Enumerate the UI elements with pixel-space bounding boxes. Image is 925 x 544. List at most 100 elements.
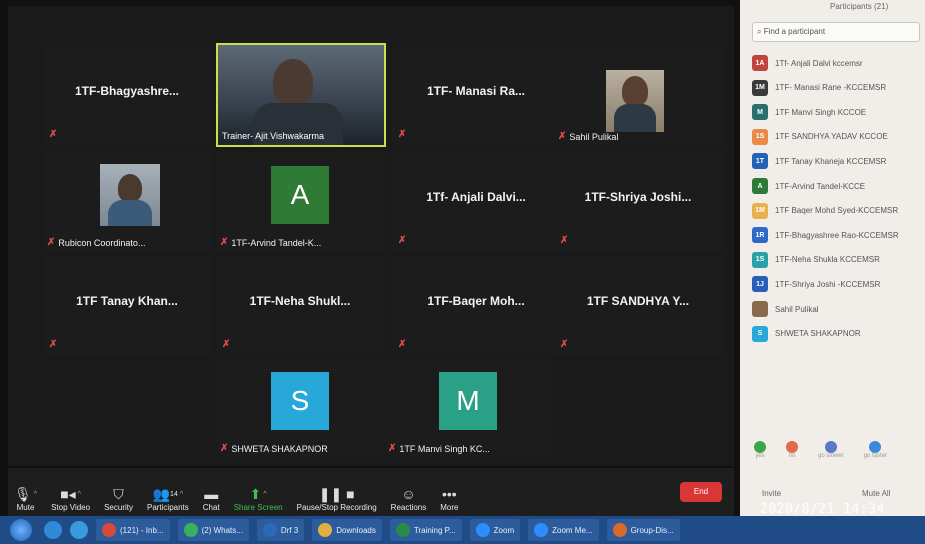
rubicon-video bbox=[100, 164, 160, 226]
app-icon bbox=[318, 523, 333, 537]
participant-row[interactable]: S SHWETA SHAKAPNOR bbox=[752, 325, 861, 342]
taskbar-app[interactable]: Zoom bbox=[469, 519, 521, 541]
tile-neha[interactable]: 1TF-Neha Shukl... ✗ bbox=[216, 256, 384, 356]
reaction-3[interactable]: go faster bbox=[864, 441, 887, 459]
browser-icon bbox=[44, 521, 62, 539]
tile-anjali[interactable]: 1Tf- Anjali Dalvi... ✗ bbox=[392, 152, 560, 252]
taskbar-app[interactable]: Training P... bbox=[389, 519, 462, 541]
avatar: 1S bbox=[752, 128, 768, 145]
participant-name: 1TF Manvi Singh KCCOE bbox=[775, 107, 867, 117]
smiley-plus-icon: ☺ bbox=[401, 486, 416, 502]
taskbar-app[interactable]: (121) - Inb... bbox=[96, 519, 170, 541]
participant-search-input[interactable]: ⌕ Find a participant bbox=[752, 22, 920, 42]
search-placeholder: Find a participant bbox=[763, 27, 826, 36]
pause-stop-icon: ❚❚ ■ bbox=[318, 486, 355, 502]
end-meeting-button[interactable]: End bbox=[680, 482, 722, 502]
tile-rubicon[interactable]: ✗ Rubicon Coordinato... bbox=[43, 152, 211, 252]
mute-button[interactable]: 🎙 ^ Mute bbox=[14, 470, 37, 512]
taskbar-app[interactable]: (2) Whats... bbox=[177, 519, 249, 541]
tile-label-text: 1TF Manvi Singh KC... bbox=[399, 443, 490, 454]
sahil-video bbox=[606, 70, 664, 132]
start-button[interactable] bbox=[10, 519, 32, 541]
tile-arvind[interactable]: A ✗ 1TF-Arvind Tandel-K... bbox=[216, 152, 384, 252]
tile-bhagyashree[interactable]: 1TF-Bhagyashre... ✗ bbox=[43, 46, 211, 146]
participants-count: 14 bbox=[170, 490, 178, 498]
pinned-ie-icon[interactable] bbox=[44, 519, 62, 541]
people-icon: 👥 bbox=[152, 486, 171, 502]
participant-row[interactable]: 1T 1TF Tanay Khaneja KCCEMSR bbox=[752, 153, 886, 170]
mute-all-button[interactable]: Mute All bbox=[862, 489, 890, 498]
more-button[interactable]: ••• More bbox=[440, 470, 458, 512]
participants-button[interactable]: 👥 14 ^ Participants bbox=[147, 470, 189, 512]
participant-row[interactable]: M 1TF Manvi Singh KCCOE bbox=[752, 104, 867, 121]
avatar: 1A bbox=[752, 55, 768, 71]
pinned-explorer-icon[interactable] bbox=[70, 519, 88, 541]
participant-row[interactable]: 1R 1TF-Bhagyashree Rao-KCCEMSR bbox=[752, 227, 899, 244]
taskbar-app[interactable]: Downloads bbox=[312, 519, 382, 541]
tile-shweta[interactable]: S ✗ SHWETA SHAKAPNOR bbox=[216, 358, 384, 458]
reactions-button[interactable]: ☺ Reactions bbox=[391, 470, 427, 512]
tile-label-text: Rubicon Coordinato... bbox=[58, 237, 146, 248]
security-button[interactable]: ⛉ Security bbox=[104, 470, 133, 512]
timestamp-overlay: 2020/8/21 14:34 bbox=[760, 502, 885, 517]
participant-row[interactable]: 1S 1TF-Neha Shukla KCCEMSR bbox=[752, 251, 880, 268]
mic-muted-icon: ✗ bbox=[49, 339, 58, 350]
participant-row[interactable]: 1J 1TF-Shriya Joshi -KCCEMSR bbox=[752, 276, 881, 293]
chevron-up-icon[interactable]: ^ bbox=[34, 491, 37, 498]
participant-name: 1TF-Bhagyashree Rao-KCCEMSR bbox=[775, 230, 899, 240]
chevron-up-icon[interactable]: ^ bbox=[78, 491, 81, 498]
reaction-2[interactable]: go slower bbox=[818, 441, 844, 459]
avatar-letter: A bbox=[271, 166, 329, 224]
chevron-up-icon[interactable]: ^ bbox=[180, 491, 183, 498]
chevron-up-icon[interactable]: ^ bbox=[263, 491, 266, 498]
tile-name: 1TF- Manasi Ra... bbox=[426, 84, 526, 98]
participant-row[interactable]: A 1TF-Arvind Tandel-KCCE bbox=[752, 178, 865, 194]
participants-panel: Participants (21) ⌕ Find a participant 1… bbox=[740, 0, 925, 516]
tile-sandhya[interactable]: 1TF SANDHYA Y... ✗ bbox=[554, 256, 722, 356]
taskbar-app[interactable]: Drf 3 bbox=[256, 519, 305, 541]
reaction-0[interactable]: yes bbox=[754, 441, 766, 459]
tile-manvi[interactable]: M ✗ 1TF Manvi Singh KC... bbox=[384, 358, 552, 458]
reaction-1[interactable]: no bbox=[786, 441, 798, 459]
avatar: 1M bbox=[752, 202, 768, 219]
tile-sahil[interactable]: ✗ Sahil Pulikal bbox=[554, 46, 722, 146]
tile-label-text: SHWETA SHAKAPNOR bbox=[231, 443, 328, 454]
mute-label: Mute bbox=[16, 503, 35, 512]
reaction-label: go slower bbox=[818, 453, 844, 459]
participant-name: 1TF-Shriya Joshi -KCCEMSR bbox=[775, 279, 881, 289]
chat-bubble-icon: ▬ bbox=[204, 486, 219, 502]
avatar: S bbox=[752, 325, 768, 342]
app-icon bbox=[395, 523, 410, 537]
mic-muted-icon: ✗ bbox=[388, 443, 397, 454]
participant-name: 1TF SANDHYA YADAV KCCOE bbox=[775, 132, 888, 142]
reaction-label: yes bbox=[755, 453, 765, 459]
mic-muted-icon: ✗ bbox=[49, 129, 58, 140]
taskbar-app[interactable]: Group-Dis... bbox=[606, 519, 680, 541]
taskbar-app-label: Zoom Me... bbox=[552, 525, 593, 535]
chat-button[interactable]: ▬ Chat bbox=[203, 470, 220, 512]
tile-trainer[interactable]: Trainer- Ajit Vishwakarma bbox=[216, 43, 386, 147]
reaction-icon bbox=[786, 441, 798, 453]
video-camera-icon: ■◂ bbox=[60, 486, 76, 502]
participant-row[interactable]: 1M 1TF Baqer Mohd Syed-KCCEMSR bbox=[752, 202, 898, 219]
invite-button[interactable]: Invite bbox=[762, 489, 781, 498]
mic-muted-icon: ✗ bbox=[558, 131, 567, 142]
taskbar-app[interactable]: Zoom Me... bbox=[528, 519, 599, 541]
participant-row[interactable]: 1A 1Tf- Anjali Dalvi kccemsr bbox=[752, 55, 863, 71]
mic-muted-icon: ✗ bbox=[560, 235, 569, 246]
tile-shriya[interactable]: 1TF-Shriya Joshi... ✗ bbox=[554, 152, 722, 252]
microphone-icon: 🎙 bbox=[14, 486, 32, 502]
tile-baqer[interactable]: 1TF-Baqer Moh... ✗ bbox=[392, 256, 560, 356]
tile-tanay[interactable]: 1TF Tanay Khan... ✗ bbox=[43, 256, 211, 356]
recording-button[interactable]: ❚❚ ■ Pause/Stop Recording bbox=[297, 470, 377, 512]
tile-manasi[interactable]: 1TF- Manasi Ra... ✗ bbox=[392, 46, 560, 146]
participant-row[interactable]: Sahil Pulikal bbox=[752, 301, 819, 317]
stop-video-button[interactable]: ■◂ ^ Stop Video bbox=[51, 470, 90, 512]
participant-row[interactable]: 1M 1TF- Manasi Rane -KCCEMSR bbox=[752, 79, 886, 96]
tile-name: 1Tf- Anjali Dalvi... bbox=[426, 190, 526, 204]
app-icon bbox=[475, 523, 490, 537]
mic-muted-icon: ✗ bbox=[560, 339, 569, 350]
taskbar-app-label: (2) Whats... bbox=[201, 525, 243, 535]
participant-row[interactable]: 1S 1TF SANDHYA YADAV KCCOE bbox=[752, 128, 888, 145]
share-screen-button[interactable]: ⬆ ^ Share Screen bbox=[234, 470, 283, 512]
